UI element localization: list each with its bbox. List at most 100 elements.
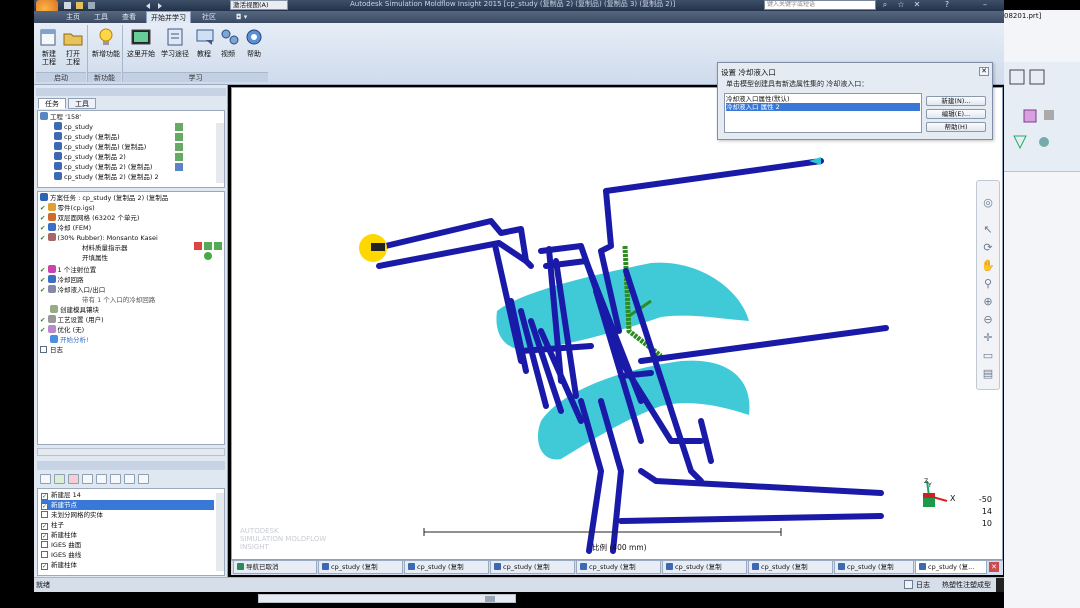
steering-wheel-icon[interactable]: ◎	[981, 196, 995, 210]
task-injection-location[interactable]: ✔ 1 个注射位置	[40, 265, 96, 275]
learning-path-label[interactable]: 学习途径	[158, 50, 192, 58]
layer-item[interactable]: ✓ 新建柱体	[41, 530, 77, 540]
tab-view[interactable]: 查看	[118, 11, 140, 23]
dialog-help-button[interactable]: 帮助(H)	[926, 122, 986, 132]
property-item[interactable]: 冷却液入口属性(默认)	[726, 95, 790, 103]
horizontal-scrollbar[interactable]	[258, 594, 516, 603]
tab-start-and-learn[interactable]: 开始并学习	[146, 11, 191, 23]
clear-layer-icon[interactable]	[124, 474, 135, 484]
layer-checkbox[interactable]	[41, 511, 48, 518]
tab-study-active[interactable]: cp_study (复...	[915, 561, 987, 574]
project-item[interactable]: cp_study	[54, 122, 93, 132]
start-here-label[interactable]: 这里开始	[124, 50, 158, 58]
video-label[interactable]: 视频	[218, 50, 238, 58]
layer-checkbox[interactable]: ✓	[41, 533, 48, 540]
project-item[interactable]: cp_study (复制品)	[54, 132, 120, 142]
star-icon[interactable]: ☆	[896, 0, 906, 10]
whats-new-label[interactable]: 新增功能	[86, 50, 126, 58]
tab-study[interactable]: cp_study (复制	[404, 561, 489, 574]
show-layer-icon[interactable]	[82, 474, 93, 484]
task-hscroll[interactable]	[37, 448, 225, 456]
dialog-close-icon[interactable]: ✕	[979, 67, 989, 76]
tab-tasks[interactable]: 任务	[38, 98, 66, 109]
inlet-marker[interactable]	[371, 243, 385, 251]
layer-checkbox[interactable]: ✓	[41, 493, 48, 500]
project-item[interactable]: cp_study (复制品 2)	[54, 152, 126, 162]
task-mesh[interactable]: ✔ 双层面网格 (63202 个单元)	[40, 213, 139, 223]
tutorial-icon[interactable]	[194, 26, 218, 48]
layer-item[interactable]: ✓ 柱子	[41, 520, 64, 530]
tab-study[interactable]: cp_study (复制	[576, 561, 661, 574]
layer-checkbox[interactable]: ✓	[41, 503, 48, 510]
layer-scrollbar[interactable]	[216, 493, 224, 571]
project-item[interactable]: cp_study (复制品 2) (复制品)	[54, 162, 152, 172]
task-cooling[interactable]: ✔ 冷却 (FEM)	[40, 223, 91, 233]
project-item[interactable]: cp_study (复制品 2) (复制品) 2	[54, 172, 159, 182]
cooling-model[interactable]	[232, 88, 1003, 560]
new-button[interactable]: 新建(N)...	[926, 96, 986, 106]
task-coolant-inlet[interactable]: ✔ 冷却液入口/出口	[40, 285, 105, 295]
tab-study[interactable]: cp_study (复制	[748, 561, 833, 574]
project-item[interactable]: cp_study (复制品) (复制品)	[54, 142, 146, 152]
open-project-label[interactable]: 打开 工程	[61, 50, 85, 66]
pan-icon[interactable]: ✋	[981, 259, 995, 273]
assign-layer-icon[interactable]	[96, 474, 107, 484]
tab-study[interactable]: cp_study (复制	[318, 561, 403, 574]
new-project-icon[interactable]	[37, 26, 61, 48]
task-mold-insert[interactable]: 创建模具镶块	[50, 305, 99, 315]
tab-study[interactable]: cp_study (复制	[490, 561, 575, 574]
layer-checkbox[interactable]	[41, 541, 48, 548]
help-icon[interactable]: ?	[942, 0, 952, 10]
zoom-out-icon[interactable]: ⊖	[981, 313, 995, 327]
tab-extra-dropdown[interactable]: ◘ ▾	[232, 11, 251, 23]
start-here-icon[interactable]	[129, 26, 153, 48]
zoom-in-icon[interactable]: ⊕	[981, 295, 995, 309]
task-part[interactable]: ✔ 零件(cp.igs)	[40, 203, 95, 213]
log-checkbox[interactable]	[40, 346, 47, 353]
layer-checkbox[interactable]: ✓	[41, 523, 48, 530]
delete-layer-icon[interactable]	[68, 474, 79, 484]
property-item-selected[interactable]: 冷却液入口 属性 2	[726, 103, 920, 111]
tab-study[interactable]: cp_study (复制	[834, 561, 914, 574]
task-optimization[interactable]: ✔ 优化 (无)	[40, 325, 84, 335]
help-gear-icon[interactable]	[242, 26, 266, 48]
layer-checkbox[interactable]: ✓	[41, 563, 48, 570]
center-icon[interactable]: ✛	[981, 331, 995, 345]
scroll-thumb[interactable]	[485, 596, 495, 602]
layer-item[interactable]: IGES 曲面	[41, 540, 81, 550]
task-start-analysis[interactable]: 开始分析!	[50, 335, 89, 345]
status-molding-type[interactable]: 热塑性注塑成型	[942, 580, 991, 590]
search-input[interactable]: 键入关键字或短语	[764, 0, 876, 10]
project-scrollbar[interactable]	[216, 123, 224, 183]
tab-close-icon[interactable]: ✕	[989, 562, 999, 572]
cooling-channels[interactable]	[374, 158, 889, 554]
layer-item[interactable]: 未划分网格的实体	[41, 510, 103, 520]
tab-navigation[interactable]: 导航已取消	[233, 561, 317, 574]
layer-checkbox[interactable]	[41, 551, 48, 558]
project-root[interactable]: 工程 '158'	[40, 112, 81, 122]
task-process-settings[interactable]: ✔ 工艺设置 (用户)	[40, 315, 104, 325]
task-cooling-circuit[interactable]: ✔ 冷却回路	[40, 275, 84, 285]
tutorial-label[interactable]: 教程	[194, 50, 214, 58]
layer-item[interactable]: IGES 曲线	[41, 550, 81, 560]
whats-new-icon[interactable]	[94, 26, 118, 48]
expand-layer-icon[interactable]	[110, 474, 121, 484]
open-project-icon[interactable]	[61, 26, 85, 48]
select-icon[interactable]: ↖	[981, 223, 995, 237]
fit-icon[interactable]: ▭	[981, 349, 995, 363]
tab-home[interactable]: 主页	[62, 11, 84, 23]
status-log[interactable]: 日志	[916, 580, 930, 590]
view-dropdown[interactable]: 激活视图(A)	[230, 0, 288, 10]
reset-view-icon[interactable]: ▤	[981, 367, 995, 381]
task-log[interactable]: 日志	[40, 345, 63, 355]
new-icon[interactable]	[64, 2, 71, 9]
tab-tools-panel[interactable]: 工具	[68, 98, 96, 109]
activate-layer-icon[interactable]	[54, 474, 65, 484]
task-fill-properties[interactable]: 开填属性	[82, 253, 108, 263]
learning-path-icon[interactable]	[163, 26, 187, 48]
tab-tools[interactable]: 工具	[90, 11, 112, 23]
task-study-header[interactable]: 方案任务 : cp_study (复制品 2) (复制品	[40, 193, 168, 203]
layer-close-icon[interactable]	[138, 474, 149, 484]
minimize-icon[interactable]: –	[980, 0, 990, 10]
close-x-icon[interactable]: ✕	[912, 0, 922, 10]
